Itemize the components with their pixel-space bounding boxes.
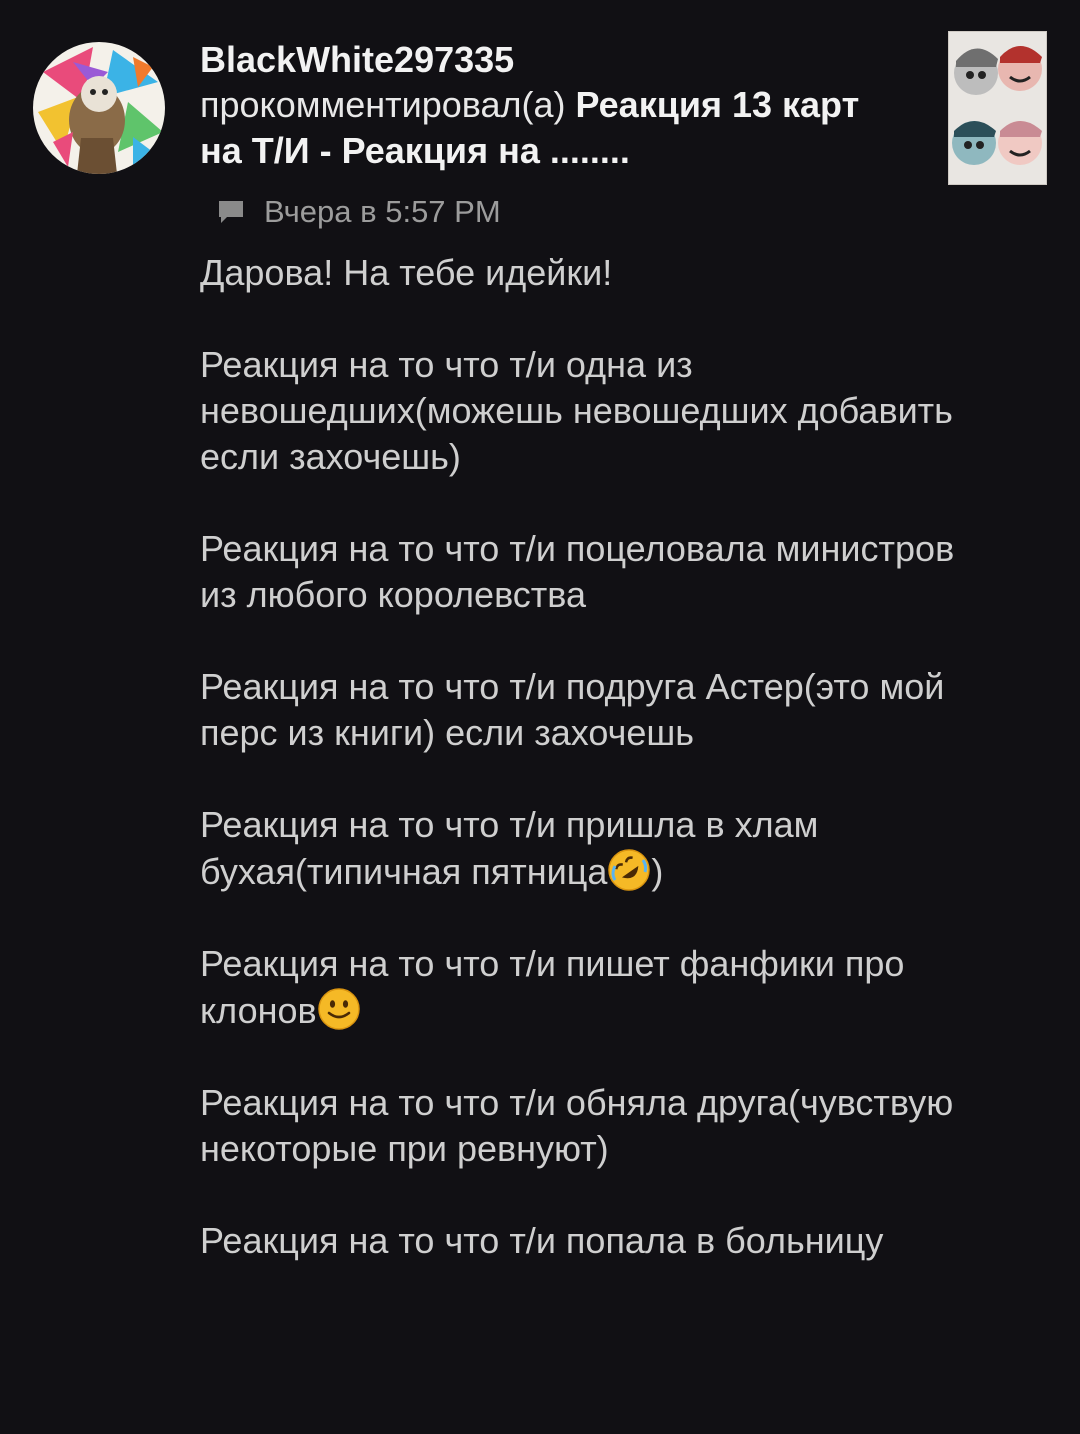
action-text: прокомментировал(а)	[200, 84, 566, 125]
username-link[interactable]: BlackWhite297335	[200, 38, 880, 82]
comment-idea-2: Реакция на то что т/и поцеловала министр…	[200, 528, 955, 615]
timestamp: Вчера в 5:57 PM	[264, 194, 501, 229]
timestamp-row: Вчера в 5:57 PM	[216, 192, 501, 232]
thumbnail-art	[948, 31, 1047, 185]
notification-header: BlackWhite297335 прокомментировал(а) Реа…	[200, 38, 880, 174]
rolling-laughing-emoji	[607, 848, 651, 892]
comment-idea-3: Реакция на то что т/и подруга Астер(это …	[200, 666, 945, 753]
comment-body: Дарова! На тебе идейки! Реакция на то чт…	[200, 250, 960, 1310]
comment-notification: BlackWhite297335 прокомментировал(а) Реа…	[0, 0, 1080, 1434]
user-avatar[interactable]	[33, 42, 165, 174]
comment-bubble-icon	[216, 198, 246, 226]
comment-idea-6: Реакция на то что т/и обняла друга(чувст…	[200, 1082, 954, 1169]
action-line: прокомментировал(а) Реакция 13 карт на Т…	[200, 82, 880, 174]
comment-idea-5: Реакция на то что т/и пишет фанфики про …	[200, 943, 905, 1031]
comment-idea-7: Реакция на то что т/и попала в больницу	[200, 1220, 884, 1261]
comment-greeting: Дарова! На тебе идейки!	[200, 252, 613, 293]
avatar-art	[33, 42, 165, 174]
post-thumbnail[interactable]	[948, 31, 1047, 185]
comment-idea-4: Реакция на то что т/и пришла в хлам буха…	[200, 804, 819, 892]
slight-smile-emoji	[317, 987, 361, 1031]
comment-idea-1: Реакция на то что т/и одна из невошедших…	[200, 344, 953, 477]
